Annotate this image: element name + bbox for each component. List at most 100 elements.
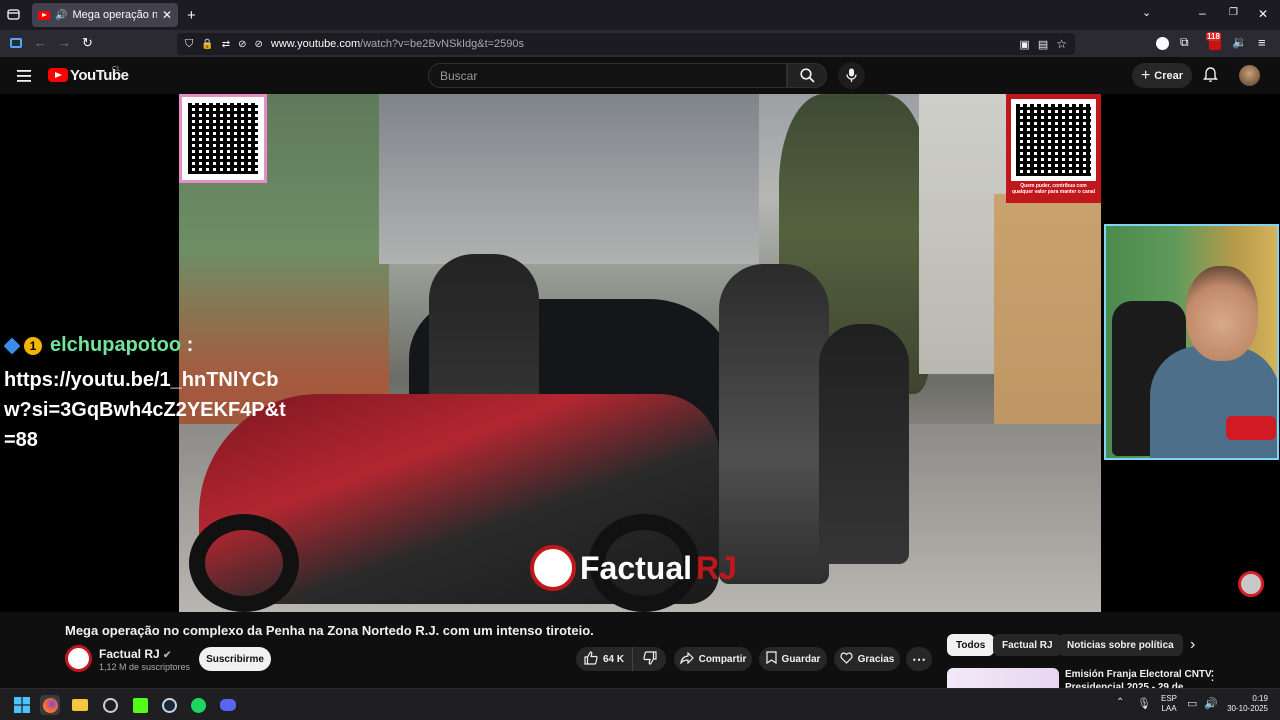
like-button[interactable]: 64 K — [576, 647, 632, 671]
language-line1: ESP — [1161, 694, 1178, 703]
share-arrow-icon — [679, 651, 694, 667]
thanks-label: Gracias — [857, 653, 895, 665]
factual-rj-watermark: Factual RJ — [530, 545, 737, 591]
speaker-icon[interactable]: 🔊 — [55, 10, 67, 21]
channel-avatar[interactable] — [65, 645, 92, 672]
restore-button[interactable]: ❐ — [1229, 8, 1238, 18]
thumbs-down-icon — [642, 650, 657, 668]
discord-icon[interactable] — [218, 695, 238, 715]
chevron-right-icon[interactable]: › — [1190, 636, 1195, 654]
browser-toolbar: ← → ↻ ⛉ 🔒 ⇄ ⊘ ⊘ www.youtube.com/watch?v=… — [0, 30, 1280, 57]
smoky-sky — [379, 94, 759, 264]
thanks-button[interactable]: Gracias — [834, 647, 900, 671]
extension-badge-count: 118 — [1206, 32, 1221, 41]
new-tab-button[interactable]: + — [187, 8, 196, 23]
chip-noticias-politica[interactable]: Noticias sobre política — [1058, 634, 1183, 656]
lock-icon[interactable]: 🔒 — [201, 39, 213, 50]
clock[interactable]: 0:19 30-10-2025 — [1220, 694, 1268, 714]
floating-record-icon[interactable] — [1238, 571, 1264, 597]
recommended-more-icon[interactable]: ⋮ — [1206, 668, 1219, 684]
picture-in-picture-icon[interactable]: ▣ — [1019, 38, 1029, 51]
kick-app-icon[interactable] — [130, 695, 150, 715]
streamer-webcam — [1104, 224, 1279, 460]
brand-text-right: RJ — [696, 549, 737, 586]
windows-start-icon[interactable] — [12, 695, 32, 715]
recommended-thumbnail[interactable] — [947, 668, 1059, 688]
create-button[interactable]: + Crear — [1132, 63, 1192, 88]
save-button[interactable]: Guardar — [759, 647, 827, 671]
voice-search-button[interactable] — [838, 62, 865, 89]
search-icon — [799, 68, 815, 83]
plus-icon: + — [1140, 66, 1151, 84]
subscriber-count: 1,12 M de suscriptores — [99, 662, 191, 672]
recommended-title-line1[interactable]: Emisión Franja Electoral CNTV — [1065, 669, 1212, 680]
account-icon[interactable] — [1156, 37, 1169, 50]
extensions-icon[interactable]: ⧉ — [1180, 36, 1189, 48]
tray-microphone-icon[interactable]: 🎙 — [1137, 697, 1151, 710]
user-avatar[interactable] — [1239, 65, 1260, 86]
url-domain: www.youtube.com — [270, 38, 361, 50]
thanks-heart-dollar-icon — [840, 651, 853, 667]
language-line2: LAA — [1161, 704, 1177, 713]
back-arrow-icon[interactable]: ← — [34, 36, 47, 49]
channel-name[interactable]: Factual RJ ✔ — [99, 647, 171, 661]
browser-tab-active[interactable]: 🔊 Mega operação no complexo ✕ — [32, 3, 178, 27]
tab-list-icon[interactable] — [7, 8, 20, 23]
shield-icon[interactable]: ⛉ — [185, 38, 193, 51]
tray-volume-icon[interactable]: 🔊 — [1204, 697, 1218, 710]
autoplay-blocked-icon[interactable]: ⊘ — [254, 39, 262, 50]
channel-name-text: Factual RJ — [99, 647, 160, 661]
streamer-shirt — [1150, 346, 1277, 458]
url-path: /watch?v=be2BvNSkIdg&t=2590s — [360, 38, 525, 50]
video-frame[interactable]: Quem puder, contribua com qualquer valor… — [179, 94, 1101, 612]
notifications-bell-icon[interactable] — [1203, 67, 1218, 88]
youtube-logo-icon[interactable] — [48, 68, 68, 82]
menu-icon[interactable]: ≡ — [1258, 36, 1266, 49]
volume-icon[interactable]: 🔉 — [1232, 36, 1247, 48]
browser-tab-bar: 🔊 Mega operação no complexo ✕ + ⌄ – ❐ ✕ — [0, 0, 1280, 30]
create-label: Crear — [1154, 69, 1184, 82]
search-box[interactable] — [428, 63, 787, 88]
hamburger-menu-icon[interactable] — [17, 69, 31, 87]
video-player[interactable]: Quem puder, contribua com qualquer valor… — [0, 94, 1280, 612]
reload-icon[interactable]: ↻ — [82, 36, 93, 49]
extension-badge-icon[interactable]: 118 — [1206, 32, 1222, 50]
close-tab-icon[interactable]: ✕ — [162, 8, 172, 22]
more-horizontal-icon: ⋯ — [912, 650, 926, 667]
firefox-icon[interactable] — [40, 695, 60, 715]
chip-todos[interactable]: Todos — [947, 634, 995, 656]
like-count: 64 K — [602, 653, 625, 665]
youtube-header: YouTube CL + Crear — [0, 57, 1280, 94]
sidebar-toggle-icon[interactable] — [10, 38, 22, 48]
tray-chevron-up-icon[interactable]: ⌃ — [1116, 697, 1124, 708]
network-icon[interactable]: ▭ — [1187, 697, 1197, 710]
reader-view-icon[interactable]: ▤ — [1038, 38, 1048, 51]
minimize-button[interactable]: – — [1199, 7, 1206, 19]
subscribe-button[interactable]: Suscribirme — [199, 647, 271, 671]
address-bar[interactable]: ⛉ 🔒 ⇄ ⊘ ⊘ www.youtube.com/watch?v=be2BvN… — [177, 33, 1075, 55]
permissions-icon[interactable]: ⇄ — [222, 39, 230, 50]
dislike-button[interactable] — [632, 647, 666, 671]
more-actions-button[interactable]: ⋯ — [906, 647, 932, 671]
close-window-button[interactable]: ✕ — [1258, 8, 1268, 20]
language-indicator[interactable]: ESP LAA — [1161, 694, 1177, 714]
steam-icon[interactable] — [159, 695, 179, 715]
share-label: Compartir — [698, 653, 747, 665]
chevron-down-icon[interactable]: ⌄ — [1142, 8, 1151, 19]
share-button[interactable]: Compartir — [674, 647, 752, 671]
bookmark-star-icon[interactable]: ☆ — [1056, 37, 1067, 51]
rank-one-badge-icon: 1 — [24, 337, 42, 355]
brand-text-left: Factual — [580, 549, 693, 586]
chrome-like-app-icon[interactable] — [100, 695, 120, 715]
forward-arrow-icon[interactable]: → — [58, 36, 71, 49]
officer-right — [819, 324, 909, 564]
file-explorer-icon[interactable] — [70, 695, 90, 715]
chip-factual-rj[interactable]: Factual RJ — [993, 634, 1062, 656]
verified-check-icon: ✔ — [163, 650, 172, 661]
search-input[interactable] — [429, 64, 786, 87]
qr-code-left — [179, 94, 267, 183]
spotify-icon[interactable] — [188, 695, 208, 715]
camera-blocked-icon[interactable]: ⊘ — [238, 39, 246, 50]
search-button[interactable] — [787, 63, 827, 88]
chat-message: https://youtu.be/1_hnTNlYCbw?si=3GqBwh4c… — [4, 369, 286, 451]
